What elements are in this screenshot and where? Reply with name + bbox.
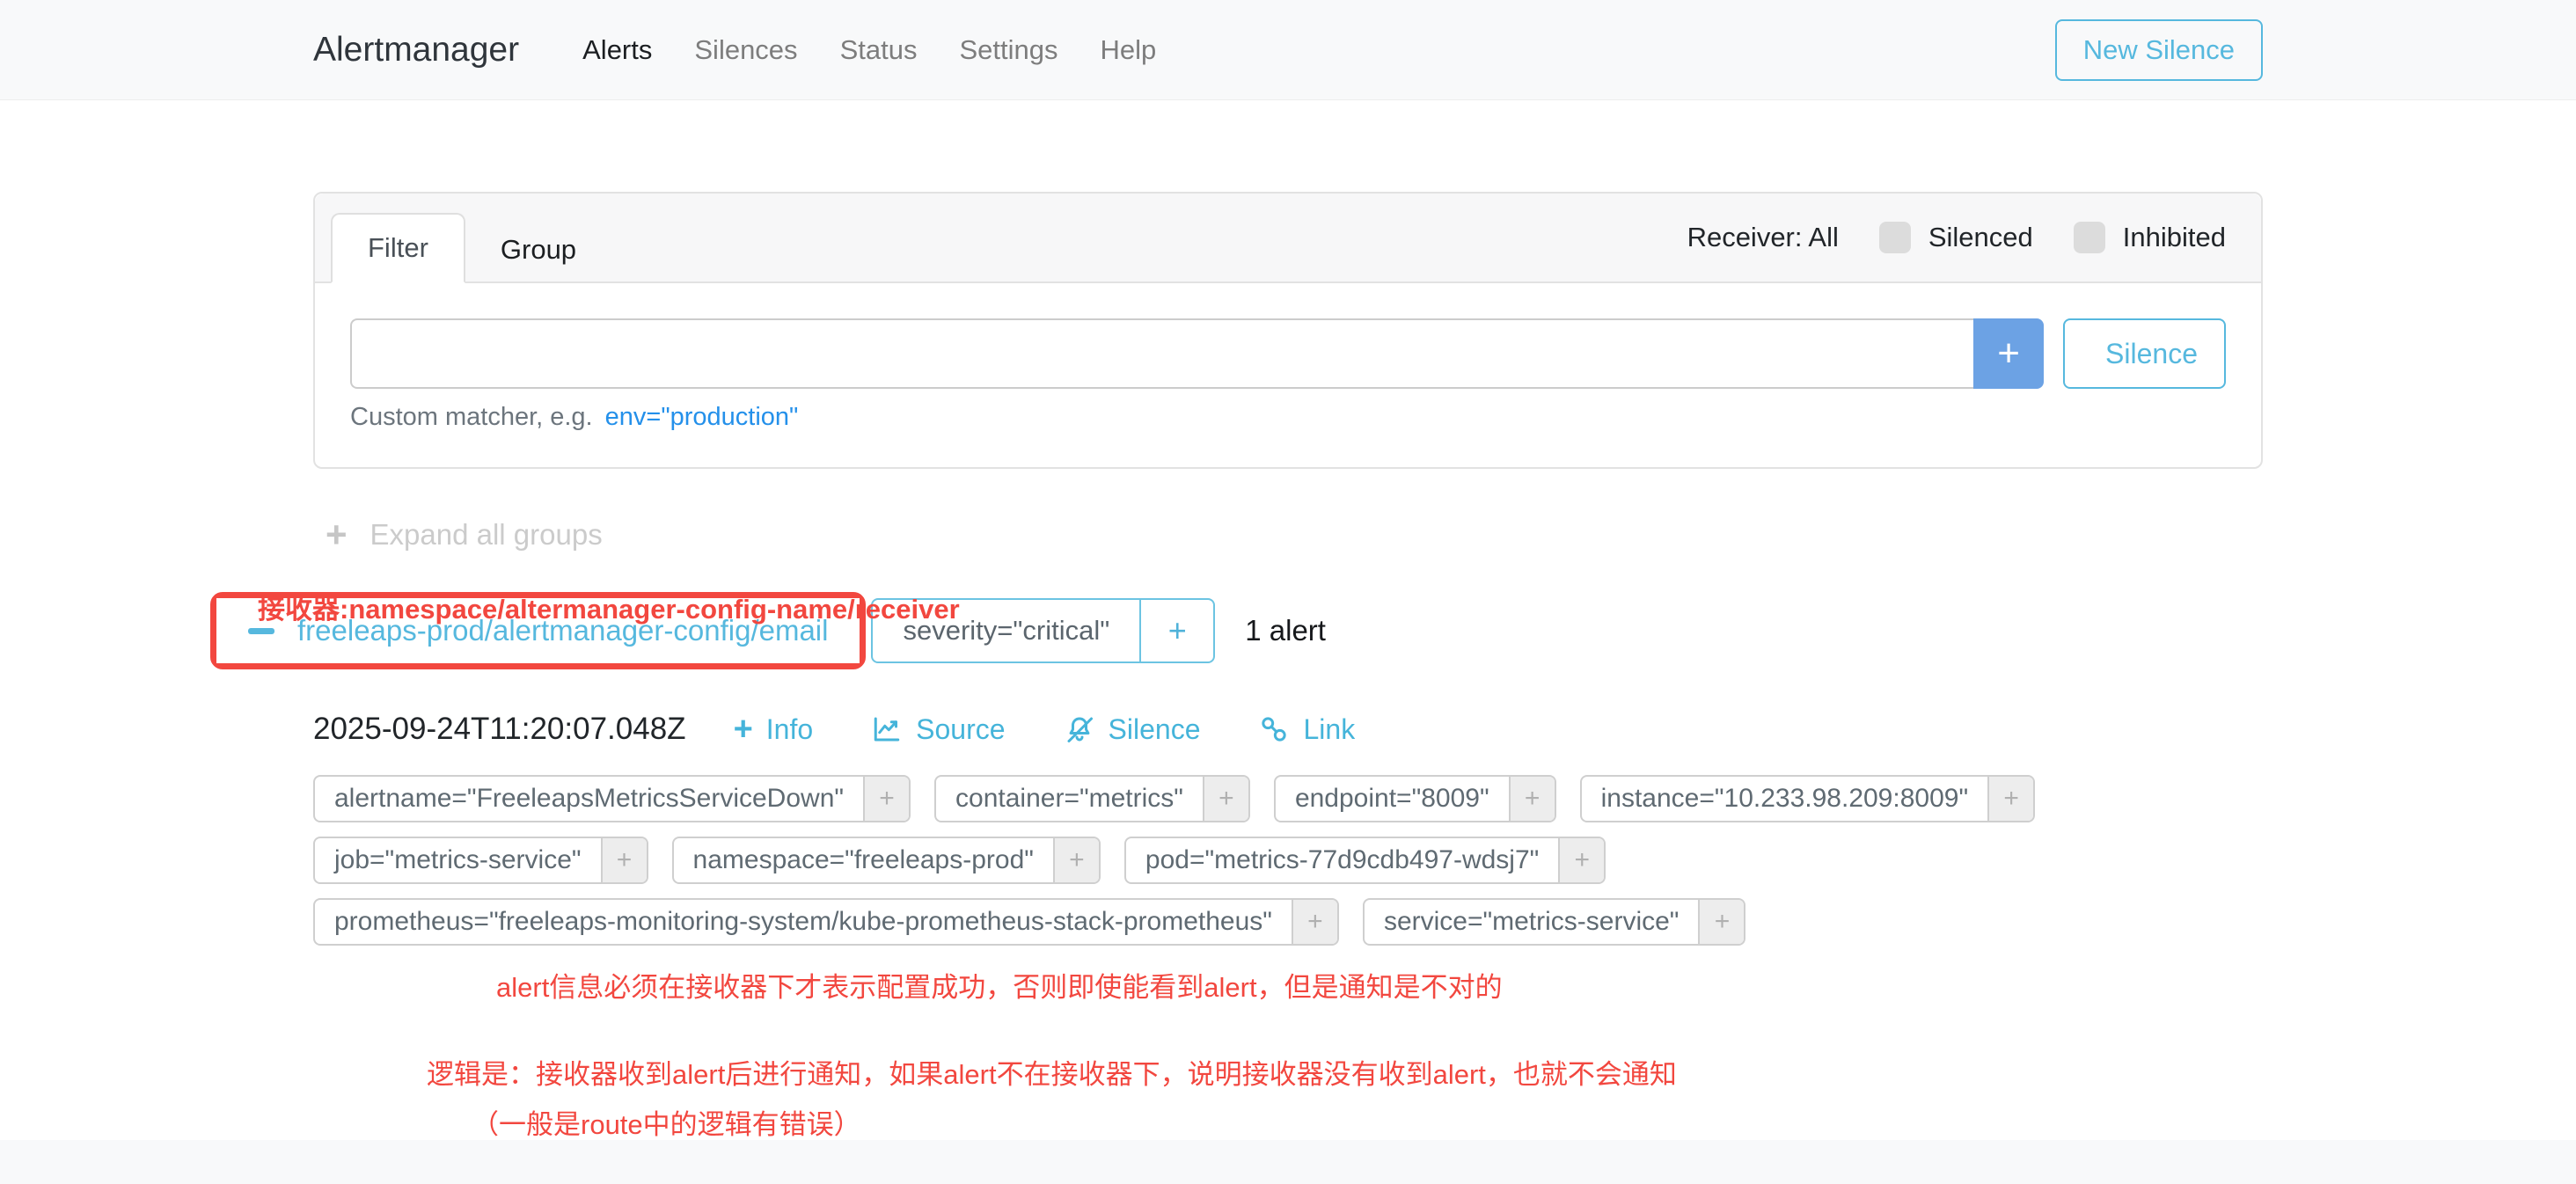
add-filter-plus-icon[interactable]: +	[1203, 777, 1248, 821]
silenced-checkbox-group: Silenced	[1879, 222, 2033, 253]
navbar: Alertmanager Alerts Silences Status Sett…	[0, 0, 2576, 100]
severity-add-filter-button[interactable]: +	[1139, 600, 1213, 661]
filter-card: Filter Group Receiver: All Silenced Inhi…	[313, 192, 2263, 469]
main-nav: Alerts Silences Status Settings Help	[561, 34, 1177, 66]
silenced-checkbox-label: Silenced	[1928, 222, 2033, 253]
alert-source-link[interactable]: Source	[871, 713, 1005, 746]
receiver-filter-dropdown[interactable]: Receiver: All	[1687, 222, 1839, 253]
alert-labels-row-1: alertname="FreeleapsMetricsServiceDown" …	[313, 775, 2263, 822]
add-filter-plus-icon[interactable]: +	[601, 838, 647, 882]
nav-item-alerts[interactable]: Alerts	[561, 34, 673, 66]
alert-label-job[interactable]: job="metrics-service" +	[313, 837, 648, 884]
annotation-note-3: （一般是route中的逻辑有错误）	[472, 1102, 2263, 1142]
add-filter-plus-icon[interactable]: +	[863, 777, 909, 821]
add-filter-plus-icon[interactable]: +	[1987, 777, 2033, 821]
alert-label-pod[interactable]: pod="metrics-77d9cdb497-wdsj7" +	[1124, 837, 1606, 884]
inhibited-checkbox[interactable]	[2074, 222, 2105, 253]
silenced-checkbox[interactable]	[1879, 222, 1911, 253]
alert-silence-label: Silence	[1109, 713, 1201, 746]
add-matcher-button[interactable]: +	[1973, 318, 2044, 389]
plus-icon: +	[1168, 612, 1187, 649]
expand-all-groups-label: Expand all groups	[370, 518, 603, 552]
groups-section: + Expand all groups 接收器:namespace/alterm…	[313, 516, 2263, 669]
alert-info-button[interactable]: + Info	[734, 713, 814, 746]
alert-label-alertname[interactable]: alertname="FreeleapsMetricsServiceDown" …	[313, 775, 911, 822]
tab-filter[interactable]: Filter	[331, 213, 465, 283]
alert-link-label: Link	[1303, 713, 1355, 746]
alert-label-instance[interactable]: instance="10.233.98.209:8009" +	[1580, 775, 2035, 822]
link-icon	[1258, 713, 1290, 745]
add-filter-plus-icon[interactable]: +	[1292, 900, 1337, 944]
nav-item-settings[interactable]: Settings	[938, 34, 1079, 66]
silence-button-label: Silence	[2105, 338, 2198, 370]
chart-line-icon	[871, 713, 903, 745]
alert-silence-button[interactable]: Silence	[1064, 713, 1201, 746]
alert-labels-row-3: prometheus="freeleaps-monitoring-system/…	[313, 898, 2263, 946]
filter-card-body: + Silence Custom matcher, e.g. env="prod…	[315, 283, 2261, 467]
alert-permalink[interactable]: Link	[1258, 713, 1355, 746]
add-filter-plus-icon[interactable]: +	[1509, 777, 1555, 821]
nav-item-silences[interactable]: Silences	[673, 34, 818, 66]
alert-timestamp: 2025-09-24T11:20:07.048Z	[313, 712, 686, 747]
expand-all-groups-button[interactable]: + Expand all groups	[326, 516, 603, 553]
bell-slash-icon	[1064, 713, 1095, 745]
inhibited-checkbox-group: Inhibited	[2074, 222, 2226, 253]
tab-group[interactable]: Group	[465, 216, 611, 283]
annotation-note-2: 逻辑是：接收器收到alert后进行通知，如果alert不在接收器下，说明接收器没…	[427, 1052, 2263, 1092]
nav-item-help[interactable]: Help	[1079, 34, 1177, 66]
matcher-helper: Custom matcher, e.g. env="production"	[350, 403, 2226, 432]
alert-label-namespace[interactable]: namespace="freeleaps-prod" +	[672, 837, 1101, 884]
silence-from-filter-button[interactable]: Silence	[2063, 318, 2226, 389]
new-silence-button[interactable]: New Silence	[2055, 19, 2263, 81]
add-filter-plus-icon[interactable]: +	[1558, 838, 1604, 882]
alert-source-label: Source	[916, 713, 1005, 746]
footer-strip	[0, 1140, 2576, 1184]
matcher-example-link[interactable]: env="production"	[605, 403, 799, 432]
filter-tabs: Filter Group	[331, 213, 611, 283]
alert-count: 1 alert	[1245, 614, 1326, 647]
alert-label-service[interactable]: service="metrics-service" +	[1363, 898, 1746, 946]
plus-icon: +	[1997, 332, 2020, 376]
inhibited-checkbox-label: Inhibited	[2123, 222, 2226, 253]
app-brand[interactable]: Alertmanager	[313, 31, 519, 69]
plus-icon: +	[734, 713, 753, 746]
add-filter-plus-icon[interactable]: +	[1698, 900, 1744, 944]
alert-labels-row-2: job="metrics-service" + namespace="freel…	[313, 837, 2263, 884]
matcher-input[interactable]	[350, 318, 1973, 389]
alert-label-endpoint[interactable]: endpoint="8009" +	[1274, 775, 1556, 822]
matcher-helper-text: Custom matcher, e.g.	[350, 403, 593, 432]
minus-icon	[248, 628, 274, 634]
annotation-receiver-note: 接收器:namespace/altermanager-config-name/r…	[258, 587, 960, 626]
alert-label-container[interactable]: container="metrics" +	[934, 775, 1250, 822]
alert-header-row: 2025-09-24T11:20:07.048Z + Info Source S…	[313, 712, 2263, 747]
alert-detail-section: 2025-09-24T11:20:07.048Z + Info Source S…	[313, 712, 2263, 1142]
filter-card-header: Filter Group Receiver: All Silenced Inhi…	[315, 194, 2261, 283]
annotation-note-1: alert信息必须在接收器下才表示配置成功，否则即使能看到alert，但是通知是…	[496, 965, 2263, 1005]
filter-header-controls: Receiver: All Silenced Inhibited	[1687, 222, 2226, 253]
add-filter-plus-icon[interactable]: +	[1053, 838, 1099, 882]
nav-item-status[interactable]: Status	[819, 34, 939, 66]
expand-plus-icon: +	[326, 516, 348, 553]
alert-info-label: Info	[766, 713, 813, 746]
alert-label-prometheus[interactable]: prometheus="freeleaps-monitoring-system/…	[313, 898, 1339, 946]
